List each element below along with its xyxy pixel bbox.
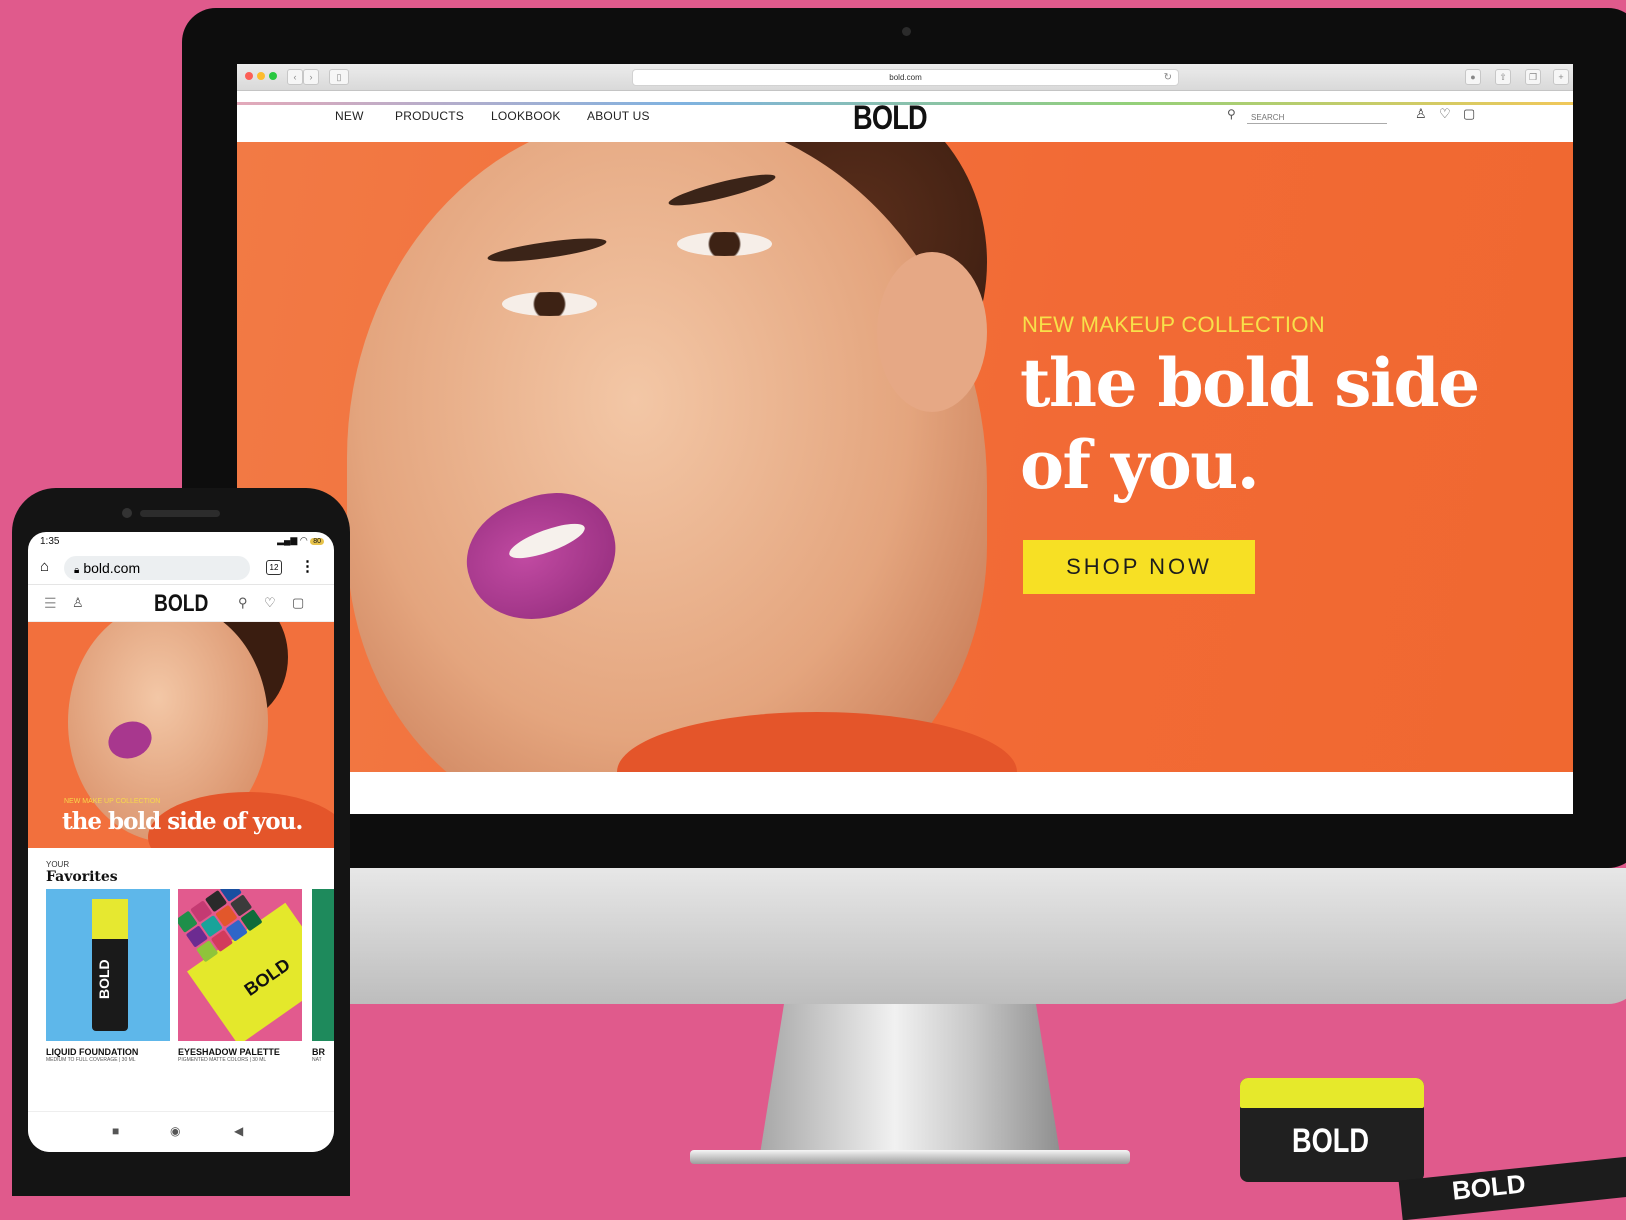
mobile-site-header: ☰ ♙ BOLD ⚲ ♡ ▢	[28, 585, 334, 622]
mobile-url: bold.com	[83, 560, 141, 576]
search-input[interactable]	[1247, 111, 1385, 124]
nav-products[interactable]: PRODUCTS	[395, 109, 464, 123]
forward-icon[interactable]: ›	[303, 69, 319, 85]
tabs-icon[interactable]: ❐	[1525, 69, 1541, 85]
hero-model-face	[347, 142, 987, 772]
new-tab-icon[interactable]: +	[1553, 69, 1569, 85]
mobile-address-bar[interactable]: 🔒︎ bold.com	[64, 556, 250, 580]
hero-kicker: NEW MAKEUP COLLECTION	[1022, 312, 1325, 337]
nav-new[interactable]: NEW	[335, 109, 364, 123]
tab-count-icon[interactable]: 12	[266, 560, 282, 575]
recent-apps-icon[interactable]: ■	[112, 1124, 119, 1138]
nav-lookbook[interactable]: LOOKBOOK	[491, 109, 561, 123]
extension-icon[interactable]: ●	[1465, 69, 1481, 85]
front-camera-icon	[122, 508, 132, 518]
product-image: BOLD	[46, 889, 170, 1041]
reload-icon[interactable]: ↻	[1164, 70, 1172, 85]
mobile-hero-kicker: NEW MAKE UP COLLECTION	[64, 798, 161, 805]
bag-icon[interactable]: ▢	[1463, 106, 1475, 122]
imac-foot	[690, 1150, 1130, 1164]
favorites-kicker: YOUR	[46, 860, 70, 869]
next-section	[237, 772, 1573, 812]
heart-icon[interactable]: ♡	[1439, 106, 1451, 122]
product-image	[312, 889, 334, 1041]
imac-chin	[182, 868, 1626, 1004]
product-subtitle: MEDIUM TO FULL COVERAGE | 30 ML	[46, 1057, 136, 1063]
site-header: NEW PRODUCTS LOOKBOOK ABOUT US BOLD ⚲ ♙ …	[237, 91, 1573, 141]
hero-model-eye	[677, 232, 772, 256]
product-card-eyeshadow-palette[interactable]: BOLD EYESHADOW PALETTE PIGMENTED MATTE C…	[178, 889, 302, 1063]
back-icon[interactable]: ‹	[287, 69, 303, 85]
product-card-partial[interactable]: BR NAT	[312, 889, 334, 1063]
home-button-icon[interactable]: ◉	[170, 1124, 180, 1138]
foundation-cap	[92, 899, 128, 939]
cream-jar-lid	[1240, 1078, 1424, 1108]
user-icon[interactable]: ♙	[72, 595, 84, 611]
mobile-hero-banner[interactable]: NEW MAKE UP COLLECTION the bold side of …	[28, 622, 334, 848]
product-name: LIQUID FOUNDATION	[46, 1047, 139, 1057]
lock-icon: 🔒︎	[74, 565, 80, 576]
back-button-icon[interactable]: ◀	[234, 1124, 243, 1138]
camera-icon	[902, 27, 911, 36]
product-subtitle: NAT	[312, 1057, 322, 1063]
address-bar[interactable]: bold.com ↻	[632, 69, 1179, 86]
product-subtitle: PIGMENTED MATTE COLORS | 30 ML	[178, 1057, 267, 1063]
close-window-icon[interactable]	[245, 72, 253, 80]
product-brand-label: BOLD	[96, 959, 112, 999]
hero-banner: NEW MAKEUP COLLECTION the bold side of y…	[237, 142, 1573, 772]
sidebar-icon[interactable]: ▯	[329, 69, 349, 85]
section-divider	[237, 102, 1573, 105]
nav-about-us[interactable]: ABOUT US	[587, 109, 650, 123]
browser-toolbar: ‹ › ▯ bold.com ↻ ● ⇧ ❐ +	[237, 64, 1573, 91]
mobile-browser-window: 1:35 ▂▄▆ ◠ 80 ⌂ 🔒︎ bold.com 12 ⋮ ☰ ♙ BOLD…	[28, 532, 334, 1152]
status-bar: 1:35 ▂▄▆ ◠ 80	[28, 532, 334, 550]
hero-title: the bold side of you.	[1020, 344, 1480, 504]
hamburger-menu-icon[interactable]: ☰	[44, 595, 57, 612]
more-options-icon[interactable]: ⋮	[300, 557, 315, 575]
bag-icon[interactable]: ▢	[292, 595, 304, 611]
search-icon[interactable]: ⚲	[238, 595, 248, 611]
smartphone: 1:35 ▂▄▆ ◠ 80 ⌂ 🔒︎ bold.com 12 ⋮ ☰ ♙ BOLD…	[12, 488, 350, 1196]
battery-level: 80	[310, 538, 324, 545]
mobile-address-row: ⌂ 🔒︎ bold.com 12 ⋮	[28, 550, 334, 585]
jar-brand-label: BOLD	[1292, 1122, 1370, 1160]
user-icon[interactable]: ♙	[1415, 106, 1427, 122]
mobile-hero-title: the bold side of you.	[62, 808, 303, 835]
minimize-window-icon[interactable]	[257, 72, 265, 80]
product-name: BR	[312, 1047, 325, 1057]
desktop-browser-window: ‹ › ▯ bold.com ↻ ● ⇧ ❐ + NEW PRODUCTS LO…	[237, 64, 1573, 814]
product-name: EYESHADOW PALETTE	[178, 1047, 280, 1057]
favorites-carousel[interactable]: BOLD LIQUID FOUNDATION MEDIUM TO FULL CO…	[28, 889, 334, 1077]
status-icons: ▂▄▆ ◠ 80	[277, 535, 324, 546]
search-icon[interactable]: ⚲	[1227, 107, 1236, 121]
share-icon[interactable]: ⇧	[1495, 69, 1511, 85]
heart-icon[interactable]: ♡	[264, 595, 276, 611]
android-nav-bar: ■ ◉ ◀	[28, 1111, 334, 1152]
imac-stand	[760, 1004, 1060, 1154]
maximize-window-icon[interactable]	[269, 72, 277, 80]
favorites-header: YOUR Favorites	[28, 848, 334, 885]
product-image: BOLD	[178, 889, 302, 1041]
address-bar-url: bold.com	[889, 73, 922, 82]
hero-model-eye	[502, 292, 597, 316]
site-search: ⚲	[1227, 107, 1387, 124]
status-time: 1:35	[40, 536, 60, 547]
phone-speaker	[140, 510, 220, 517]
shop-now-button[interactable]: SHOP NOW	[1023, 540, 1255, 594]
hero-model-ear	[877, 252, 987, 412]
home-icon[interactable]: ⌂	[40, 558, 49, 575]
mobile-site-logo[interactable]: BOLD	[154, 590, 208, 618]
favorites-title: Favorites	[46, 869, 118, 885]
product-card-liquid-foundation[interactable]: BOLD LIQUID FOUNDATION MEDIUM TO FULL CO…	[46, 889, 170, 1063]
